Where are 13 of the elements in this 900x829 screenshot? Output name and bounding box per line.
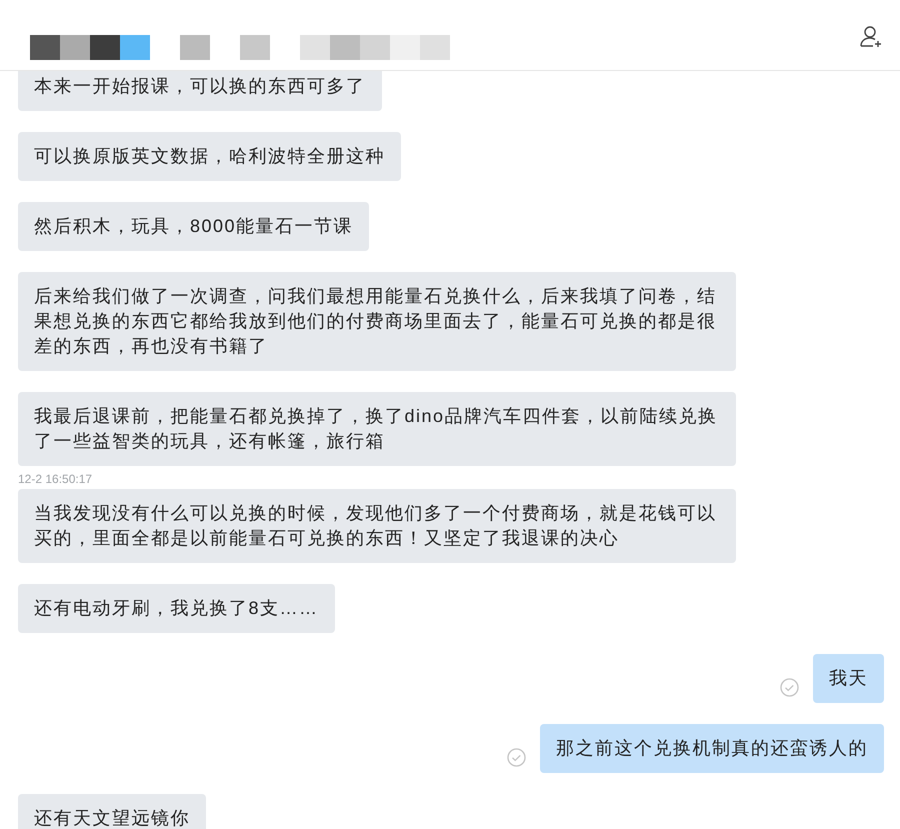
add-user-icon[interactable] [858,24,884,50]
message-bubble: 我天 [813,654,884,703]
message-timestamp: 12-2 16:50:17 [18,472,94,486]
message-bubble: 我最后退课前，把能量石都兑换掉了，换了dino品牌汽车四件套，以前陆续兑换了一些益智类的玩具，还有帐篷，旅行箱 [18,392,736,466]
message-bubble: 可以换原版英文数据，哈利波特全册这种 [18,132,401,181]
message-bubble: 还有电动牙刷，我兑换了8支…… [18,584,335,633]
message-bubble: 那之前这个兑换机制真的还蛮诱人的 [540,724,884,773]
message-bubble: 当我发现没有什么可以兑换的时候，发现他们多了一个付费商场，就是花钱可以买的，里面全都是以前能量石可兑换的东西！又坚定了我退课的决心 [18,489,736,563]
message-bubble: 然后积木，玩具，8000能量石一节课 [18,202,370,251]
message-bubble: 后来给我们做了一次调查，问我们最想用能量石兑换什么，后来我填了问卷，结果想兑换的东西它都给我放到他们的付费商场里面去了，能量石可兑换的都是很差的东西，再也没有书籍了 [18,272,736,371]
message-bubble: 还有天文望远镜你 [18,794,206,829]
check-circle-icon [507,748,526,767]
check-circle-icon [780,678,799,697]
